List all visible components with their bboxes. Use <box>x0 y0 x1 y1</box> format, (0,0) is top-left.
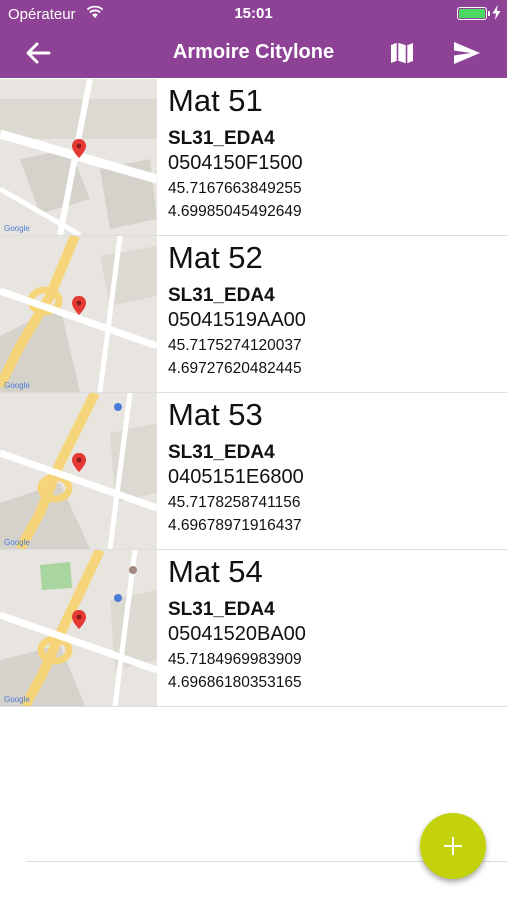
item-latitude: 45.7178258741156 <box>168 494 301 511</box>
map-icon[interactable] <box>388 39 416 67</box>
item-list: Google Mat 51 SL31_EDA4 0504150F1500 45.… <box>0 79 507 707</box>
map-thumbnail: Google <box>0 393 157 549</box>
item-code: 0405151E6800 <box>168 466 304 488</box>
battery-tip <box>488 11 490 16</box>
svg-text:Google: Google <box>4 381 30 390</box>
item-code: 05041519AA00 <box>168 309 306 331</box>
item-type: SL31_EDA4 <box>168 128 275 149</box>
charging-bolt-icon <box>492 5 501 20</box>
item-latitude: 45.7184969983909 <box>168 651 302 668</box>
status-time: 15:01 <box>234 5 273 22</box>
page-title: Armoire Citylone <box>172 41 335 63</box>
item-name: Mat 51 <box>168 83 263 118</box>
item-latitude: 45.7167663849255 <box>168 180 302 197</box>
item-latitude: 45.7175274120037 <box>168 337 302 354</box>
item-name: Mat 52 <box>168 240 263 275</box>
svg-text:Google: Google <box>4 695 30 704</box>
list-item-mat-54[interactable]: Google Mat 54 SL31_EDA4 05041520BA00 45.… <box>0 550 507 707</box>
svg-text:Google: Google <box>4 224 30 233</box>
list-item-mat-52[interactable]: Google Mat 52 SL31_EDA4 05041519AA00 45.… <box>0 236 507 393</box>
map-thumbnail: Google <box>0 236 157 392</box>
item-code: 0504150F1500 <box>168 152 303 174</box>
item-longitude: 4.69727620482445 <box>168 360 302 377</box>
svg-text:Google: Google <box>4 538 30 547</box>
item-name: Mat 53 <box>168 397 263 432</box>
app-bar: Armoire Citylone <box>0 28 507 78</box>
send-icon[interactable] <box>452 39 482 67</box>
item-name: Mat 54 <box>168 554 263 589</box>
item-type: SL31_EDA4 <box>168 285 275 306</box>
item-longitude: 4.69678971916437 <box>168 517 302 534</box>
list-item-mat-51[interactable]: Google Mat 51 SL31_EDA4 0504150F1500 45.… <box>0 79 507 236</box>
battery-icon <box>457 7 487 20</box>
item-longitude: 4.69985045492649 <box>168 203 302 220</box>
map-thumbnail: Google <box>0 79 157 235</box>
status-bar: Opérateur 15:01 <box>0 0 507 28</box>
list-item-mat-53[interactable]: Google Mat 53 SL31_EDA4 0405151E6800 45.… <box>0 393 507 550</box>
item-type: SL31_EDA4 <box>168 599 275 620</box>
item-code: 05041520BA00 <box>168 623 306 645</box>
item-longitude: 4.69686180353165 <box>168 674 302 691</box>
add-button[interactable] <box>420 813 486 879</box>
map-thumbnail: Google <box>0 550 157 706</box>
item-type: SL31_EDA4 <box>168 442 275 463</box>
